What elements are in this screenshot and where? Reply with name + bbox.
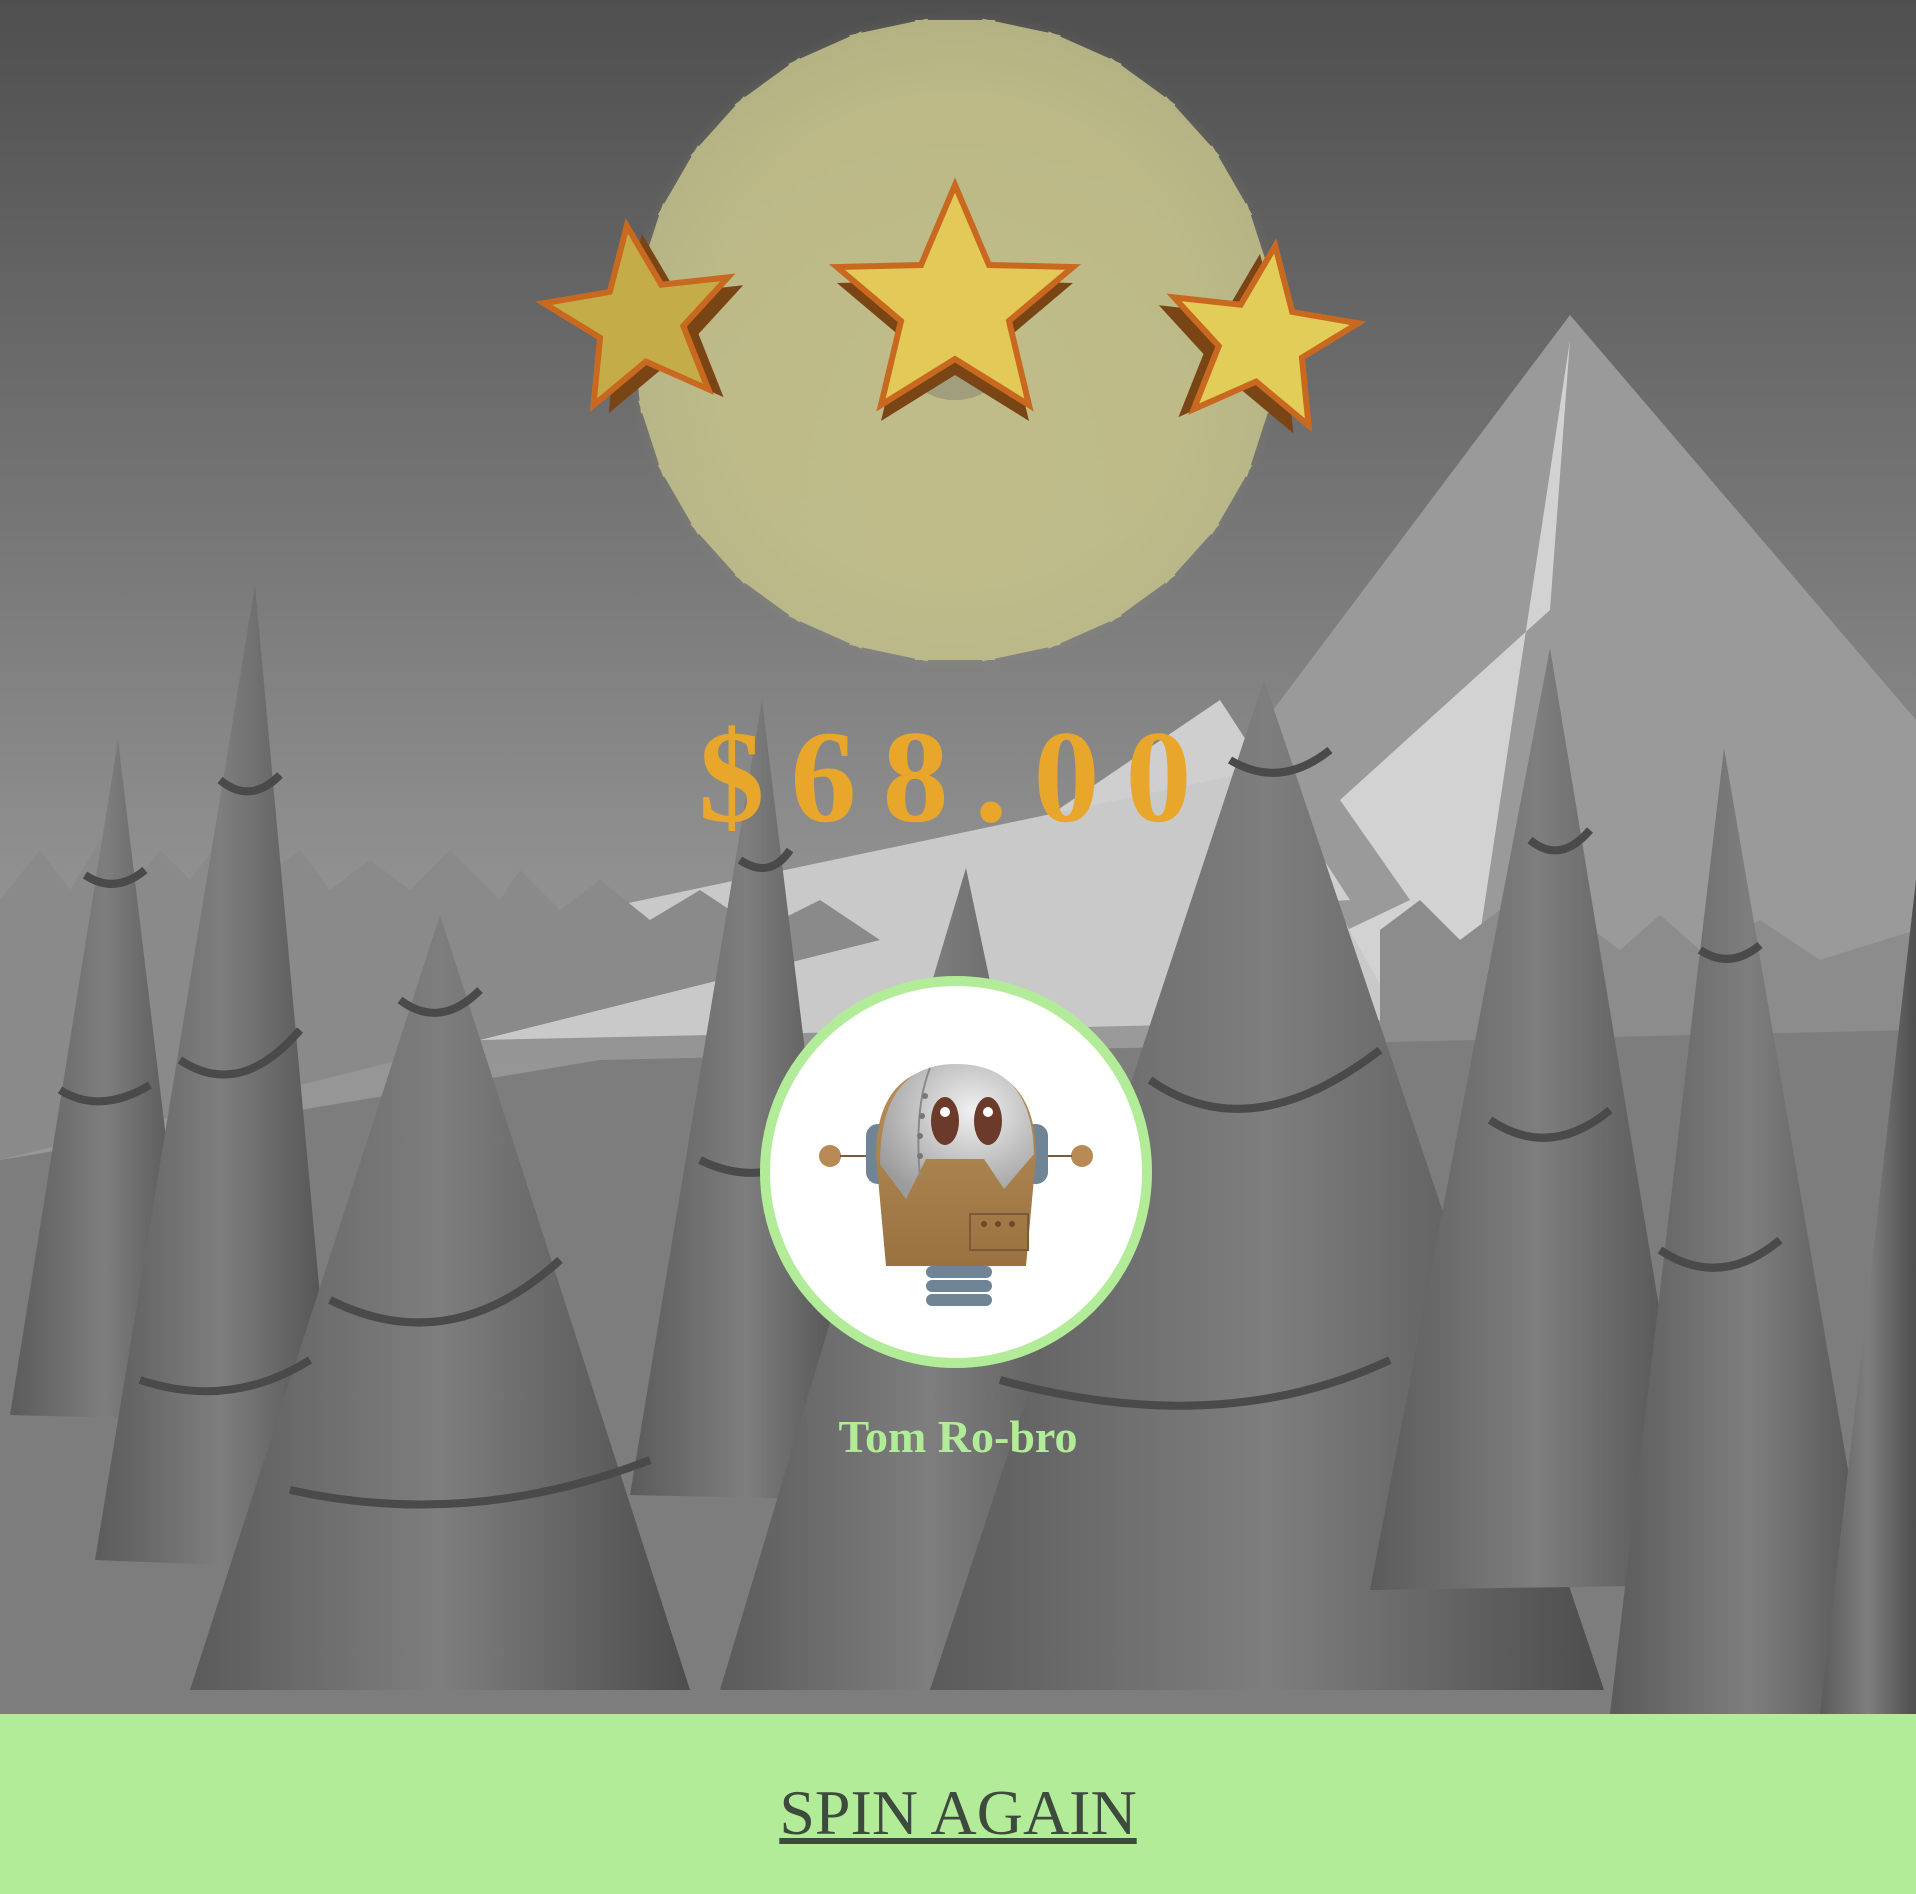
character-name: Tom Ro-bro xyxy=(838,1411,1078,1462)
prize-amount: $68.00 xyxy=(698,703,1218,850)
robot-avatar-icon xyxy=(819,1064,1093,1306)
spin-again-button[interactable]: SPIN AGAIN xyxy=(0,1776,1916,1850)
character-avatar xyxy=(760,976,1152,1368)
